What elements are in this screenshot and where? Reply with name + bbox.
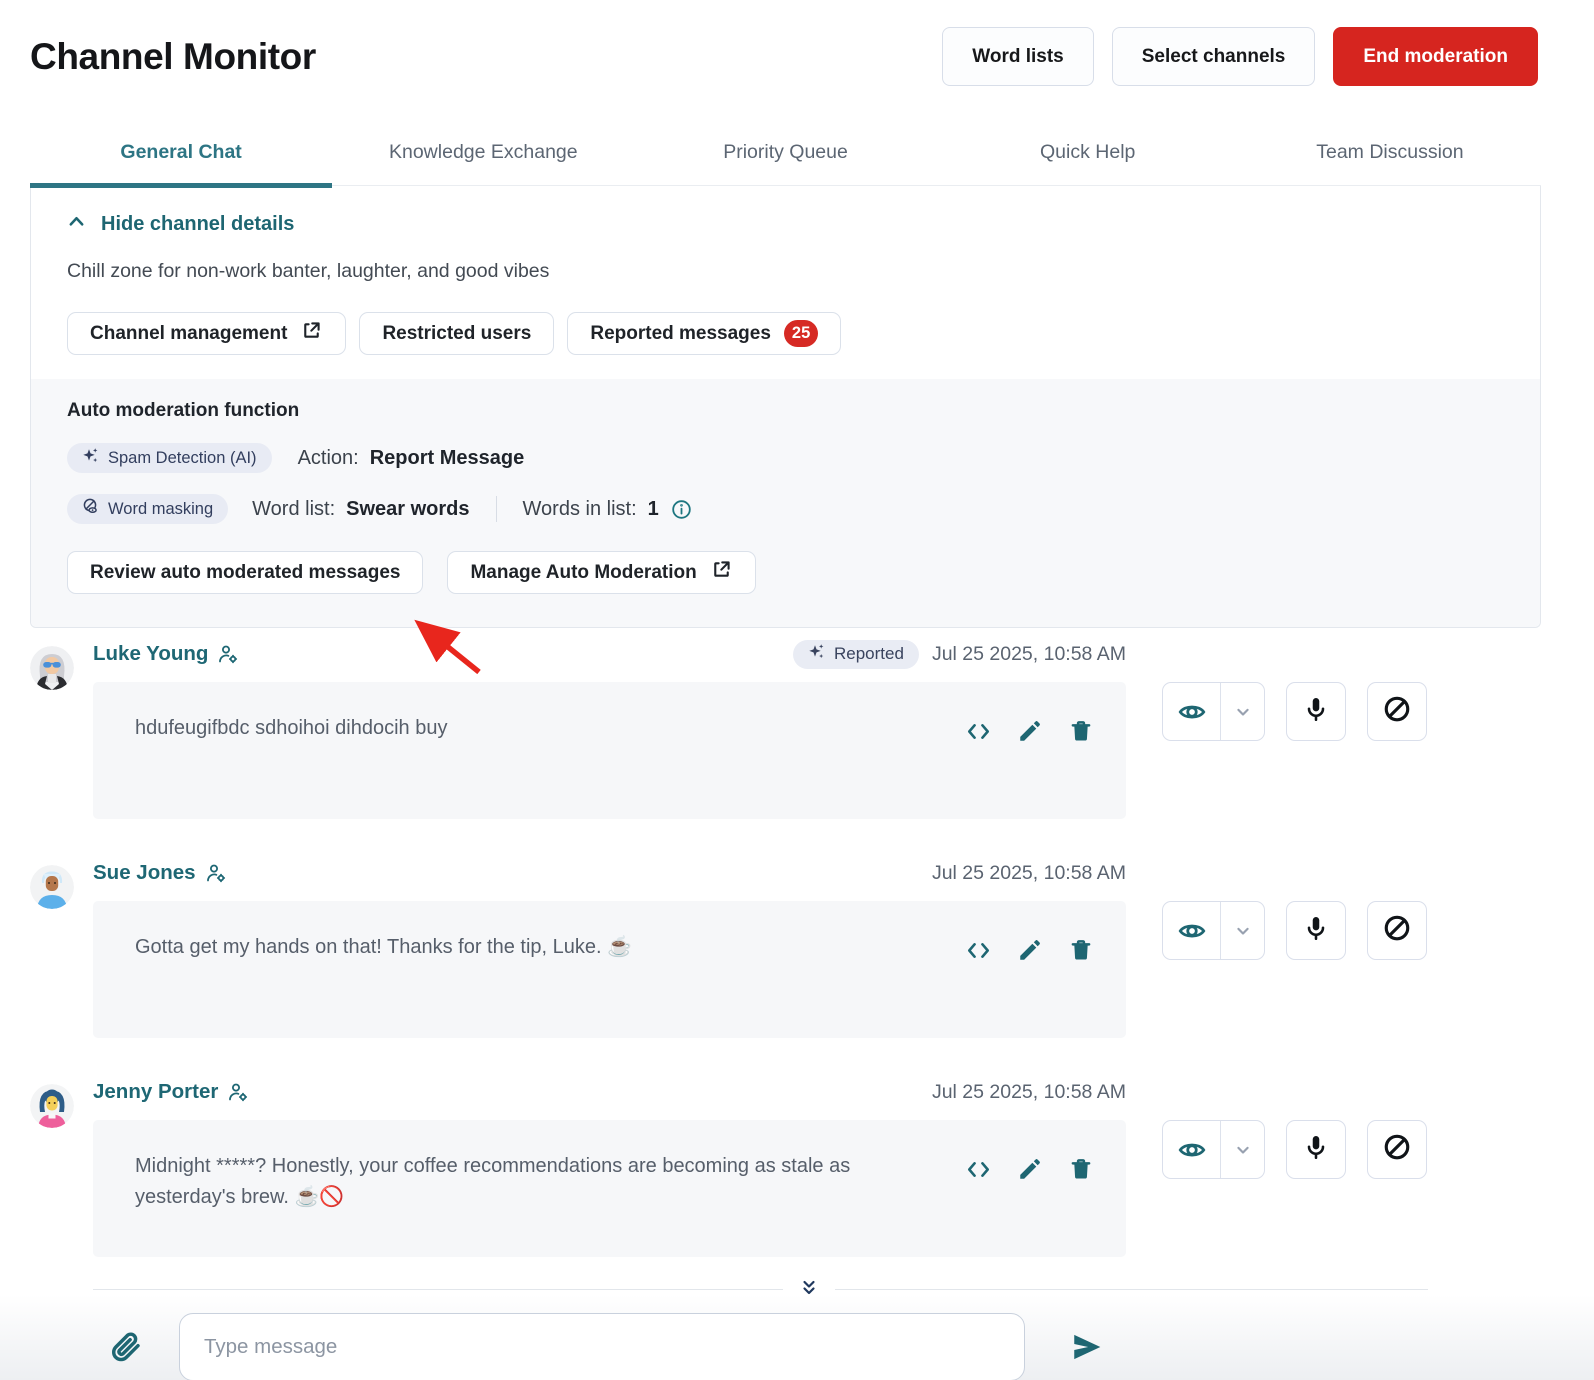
message-timestamp: Jul 25 2025, 10:58 AM	[932, 643, 1126, 666]
external-link-icon	[710, 558, 733, 587]
words-in-list-label: Words in list:	[523, 498, 637, 521]
ban-icon	[1382, 694, 1412, 729]
delete-trash-icon[interactable]	[1068, 1156, 1094, 1183]
sparkles-icon	[808, 643, 825, 665]
eye-icon[interactable]	[1163, 683, 1221, 740]
tab-team-discussion[interactable]: Team Discussion	[1239, 126, 1541, 185]
attachment-paperclip-icon[interactable]	[110, 1331, 142, 1363]
ban-user-button[interactable]	[1367, 901, 1427, 960]
visibility-split-button	[1162, 901, 1265, 960]
collapse-divider	[93, 1277, 1428, 1301]
spam-detection-chip: Spam Detection (AI)	[67, 443, 272, 473]
tab-general-chat[interactable]: General Chat	[30, 126, 332, 185]
user-gear-icon	[218, 645, 238, 664]
mute-microphone-button[interactable]	[1286, 682, 1346, 741]
message-text: hdufeugifbdc sdhoihoi dihdocih buy	[135, 713, 910, 744]
hide-channel-details-toggle[interactable]: Hide channel details	[67, 212, 294, 237]
reported-count-badge: 25	[784, 320, 818, 347]
message-input[interactable]	[179, 1313, 1025, 1380]
words-in-list-value: 1	[648, 498, 659, 521]
user-gear-icon	[228, 1083, 248, 1102]
message-author[interactable]: Jenny Porter	[93, 1080, 218, 1104]
mute-microphone-button[interactable]	[1286, 901, 1346, 960]
ban-icon	[1382, 1132, 1412, 1167]
message-list: Luke Young Reported Jul 25 2025, 10:58 A…	[30, 640, 1564, 1257]
end-moderation-button[interactable]: End moderation	[1333, 27, 1538, 86]
message-text: Midnight *****? Honestly, your coffee re…	[135, 1151, 910, 1213]
select-channels-button[interactable]: Select channels	[1112, 27, 1316, 86]
header-actions: Word lists Select channels End moderatio…	[942, 27, 1538, 86]
edit-pencil-icon[interactable]	[1017, 937, 1043, 964]
avatar-jenny-porter	[30, 1084, 74, 1128]
send-icon[interactable]	[1069, 1330, 1105, 1364]
channel-monitor-page: Channel Monitor Word lists Select channe…	[0, 0, 1594, 1380]
delete-trash-icon[interactable]	[1068, 718, 1094, 745]
avatar-sue-jones	[30, 865, 74, 909]
restricted-users-button[interactable]: Restricted users	[359, 312, 554, 355]
reported-messages-button[interactable]: Reported messages 25	[567, 312, 841, 355]
message-timestamp: Jul 25 2025, 10:58 AM	[932, 862, 1126, 885]
message-row: Jenny Porter Jul 25 2025, 10:58 AM Midni…	[30, 1078, 1564, 1257]
chevron-down-icon[interactable]	[1221, 1121, 1264, 1178]
message-row: Luke Young Reported Jul 25 2025, 10:58 A…	[30, 640, 1564, 819]
channel-description: Chill zone for non-work banter, laughter…	[67, 260, 1504, 283]
message-author[interactable]: Sue Jones	[93, 861, 196, 885]
external-link-icon	[300, 319, 323, 348]
channel-tabs: General Chat Knowledge Exchange Priority…	[30, 126, 1541, 186]
page-title: Channel Monitor	[30, 27, 316, 78]
chevron-up-icon	[67, 212, 86, 237]
ban-icon	[1382, 913, 1412, 948]
message-row: Sue Jones Jul 25 2025, 10:58 AM Gotta ge…	[30, 859, 1564, 1038]
message-bubble: Gotta get my hands on that! Thanks for t…	[93, 901, 1126, 1038]
mute-microphone-button[interactable]	[1286, 1120, 1346, 1179]
edit-pencil-icon[interactable]	[1017, 1156, 1043, 1183]
message-bubble: hdufeugifbdc sdhoihoi dihdocih buy	[93, 682, 1126, 819]
header: Channel Monitor Word lists Select channe…	[0, 0, 1594, 86]
ban-user-button[interactable]	[1367, 1120, 1427, 1179]
word-list-value: Swear words	[346, 498, 469, 521]
microphone-icon	[1302, 1133, 1330, 1166]
ban-user-button[interactable]	[1367, 682, 1427, 741]
tab-priority-queue[interactable]: Priority Queue	[634, 126, 936, 185]
chevron-down-icon[interactable]	[1221, 902, 1264, 959]
sparkles-icon	[82, 447, 99, 469]
auto-moderation-section: Auto moderation function Spam Detection …	[31, 379, 1540, 627]
action-label: Action:	[298, 447, 359, 470]
chevron-down-icon[interactable]	[1221, 683, 1264, 740]
delete-trash-icon[interactable]	[1068, 937, 1094, 964]
message-author[interactable]: Luke Young	[93, 642, 208, 666]
reported-badge: Reported	[793, 640, 919, 669]
view-code-icon[interactable]	[965, 718, 992, 745]
tab-knowledge-exchange[interactable]: Knowledge Exchange	[332, 126, 634, 185]
edit-pencil-icon[interactable]	[1017, 718, 1043, 745]
message-text: Gotta get my hands on that! Thanks for t…	[135, 932, 910, 963]
double-chevron-down-icon[interactable]	[797, 1277, 821, 1301]
action-value: Report Message	[370, 447, 525, 470]
word-lists-button[interactable]: Word lists	[942, 27, 1094, 86]
visibility-split-button	[1162, 682, 1265, 741]
view-code-icon[interactable]	[965, 1156, 992, 1183]
message-bubble: Midnight *****? Honestly, your coffee re…	[93, 1120, 1126, 1257]
channel-details-card: Hide channel details Chill zone for non-…	[30, 186, 1541, 628]
tab-quick-help[interactable]: Quick Help	[937, 126, 1239, 185]
user-gear-icon	[206, 864, 226, 883]
view-code-icon[interactable]	[965, 937, 992, 964]
auto-moderation-heading: Auto moderation function	[67, 400, 1504, 422]
microphone-icon	[1302, 695, 1330, 728]
avatar-luke-young	[30, 646, 74, 690]
message-timestamp: Jul 25 2025, 10:58 AM	[932, 1081, 1126, 1104]
manage-auto-moderation-button[interactable]: Manage Auto Moderation	[447, 551, 755, 594]
eye-icon[interactable]	[1163, 1121, 1221, 1178]
word-list-label: Word list:	[252, 498, 335, 521]
channel-management-button[interactable]: Channel management	[67, 312, 346, 355]
word-masking-icon	[82, 498, 99, 520]
message-composer	[0, 1313, 1594, 1380]
eye-icon[interactable]	[1163, 902, 1221, 959]
review-auto-moderated-button[interactable]: Review auto moderated messages	[67, 551, 423, 594]
toggle-label: Hide channel details	[101, 213, 294, 236]
word-masking-chip: Word masking	[67, 494, 228, 524]
info-icon[interactable]	[671, 499, 692, 520]
visibility-split-button	[1162, 1120, 1265, 1179]
microphone-icon	[1302, 914, 1330, 947]
